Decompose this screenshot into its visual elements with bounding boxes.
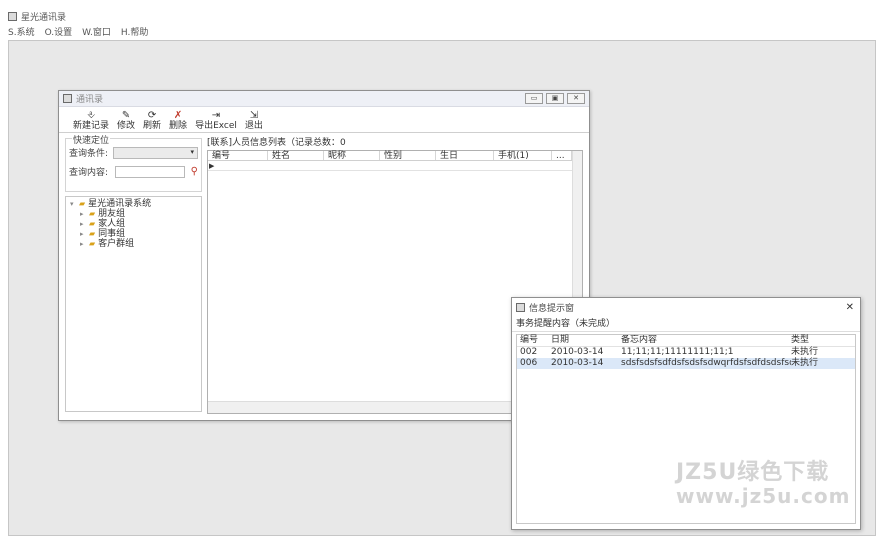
main-menu: S.系统 O.设置 W.窗口 H.帮助: [8, 24, 148, 39]
col-content[interactable]: 备忘内容: [621, 335, 791, 346]
col-gender[interactable]: 性别: [380, 151, 436, 161]
watermark-line1: JZ5U绿色下载: [676, 460, 830, 485]
col-id[interactable]: 编号: [517, 335, 551, 346]
app-icon: [8, 12, 17, 21]
folder-icon: ▰: [89, 229, 96, 238]
delete-label: 删除: [169, 121, 188, 131]
menu-help[interactable]: H.帮助: [121, 25, 148, 38]
app-title: 星光通讯录: [21, 13, 67, 23]
new-record-label: 新建记录: [73, 121, 110, 131]
tree-root-label: 星光通讯录系统: [88, 199, 152, 209]
quick-locate-group: 快速定位 查询条件: ▾ 查询内容: ⚲: [65, 133, 202, 192]
exit-label: 退出: [244, 121, 263, 131]
main-titlebar: 星光通讯录: [8, 9, 876, 24]
table-row[interactable]: 002 2010-03-14 11;11;11;11111111;11;1 未执…: [517, 347, 855, 358]
maximize-button[interactable]: ▣: [546, 93, 564, 104]
tree-item-colleagues[interactable]: ▸ ▰ 同事组: [70, 229, 197, 239]
search-icon[interactable]: ⚲: [191, 166, 198, 177]
row-pointer-icon: ▶: [209, 162, 215, 170]
address-book-title: 通讯录: [76, 95, 104, 105]
col-name[interactable]: 姓名: [268, 151, 324, 161]
tree-item-family[interactable]: ▸ ▰ 家人组: [70, 219, 197, 229]
edit-label: 修改: [117, 121, 136, 131]
col-type[interactable]: 类型: [791, 335, 841, 346]
cell-id: 002: [520, 347, 538, 357]
reminder-title: 信息提示窗: [529, 303, 575, 314]
reminder-header: 编号 日期 备忘内容 类型: [517, 335, 855, 347]
folder-icon: ▰: [89, 239, 96, 248]
tree-item-label: 家人组: [98, 219, 126, 229]
close-icon[interactable]: ✕: [846, 302, 860, 313]
chevron-down-icon: ▾: [190, 147, 194, 156]
col-date[interactable]: 日期: [551, 335, 621, 346]
folder-icon: ▰: [89, 219, 96, 228]
cell-id: 006: [520, 358, 538, 368]
col-birthday[interactable]: 生日: [436, 151, 494, 161]
condition-select[interactable]: ▾: [112, 146, 198, 159]
collapse-icon[interactable]: ▸: [80, 239, 86, 249]
cell-type: 未执行: [791, 358, 819, 368]
left-panel: 快速定位 查询条件: ▾ 查询内容: ⚲ ▾ ▰ 星光通讯录系统 ▸ ▰ 朋友组…: [63, 133, 204, 414]
menu-system[interactable]: S.系统: [8, 25, 35, 38]
col-more[interactable]: ...: [552, 151, 572, 161]
tree-item-friends[interactable]: ▸ ▰ 朋友组: [70, 209, 197, 219]
collapse-icon[interactable]: ▸: [80, 229, 86, 239]
table-row[interactable]: 006 2010-03-14 sdsfsdsfsdfdsfsdsfsdwqrfd…: [517, 358, 855, 369]
expand-icon[interactable]: ▾: [70, 199, 76, 209]
folder-open-icon: ▰: [79, 199, 86, 208]
collapse-icon[interactable]: ▸: [80, 219, 86, 229]
minimize-button[interactable]: ▭: [525, 93, 543, 104]
export-excel-button[interactable]: ⇥ 导出Excel: [191, 108, 241, 132]
cell-type: 未执行: [791, 347, 819, 357]
cell-date: 2010-03-14: [551, 358, 604, 368]
col-mobile[interactable]: 手机(1): [494, 151, 552, 161]
close-button[interactable]: ✕: [567, 93, 585, 104]
collapse-icon[interactable]: ▸: [80, 209, 86, 219]
exit-button[interactable]: ⇲ 退出: [241, 108, 267, 132]
tree-item-label: 客户群组: [98, 239, 135, 249]
refresh-label: 刷新: [143, 121, 162, 131]
cell-content: sdsfsdsfsdfdsfsdsfsdwqrfdsfsdfdsdsfsd: [621, 358, 791, 368]
group-tree: ▾ ▰ 星光通讯录系统 ▸ ▰ 朋友组 ▸ ▰ 家人组 ▸ ▰ 同事组 ▸ ▰ …: [65, 196, 202, 412]
menu-window[interactable]: W.窗口: [82, 25, 111, 38]
condition-label: 查询条件:: [69, 149, 109, 159]
reminder-titlebar[interactable]: 信息提示窗 ✕: [512, 298, 860, 316]
refresh-button[interactable]: ⟳ 刷新: [139, 108, 165, 132]
new-record-icon: ⎀: [87, 110, 95, 121]
reminder-subtitle: 事务提醒内容（未完成）: [512, 316, 860, 332]
tree-item-clients[interactable]: ▸ ▰ 客户群组: [70, 239, 197, 249]
menu-settings[interactable]: O.设置: [45, 25, 73, 38]
delete-button[interactable]: ✗ 删除: [165, 108, 191, 132]
tree-item-label: 同事组: [98, 229, 126, 239]
exit-icon: ⇲: [249, 110, 259, 121]
window-icon: [516, 302, 525, 312]
quick-locate-legend: 快速定位: [72, 133, 111, 146]
cell-content: 11;11;11;11111111;11;1: [621, 347, 734, 357]
export-label: 导出Excel: [195, 121, 237, 131]
col-nickname[interactable]: 昵称: [324, 151, 380, 161]
folder-icon: ▰: [89, 209, 96, 218]
tree-item-label: 朋友组: [98, 209, 126, 219]
edit-icon: ✎: [121, 110, 131, 121]
refresh-icon: ⟳: [147, 110, 157, 121]
export-icon: ⇥: [211, 110, 221, 121]
table-row[interactable]: ▶: [208, 161, 582, 171]
watermark-line2: www.jz5u.com: [676, 484, 851, 508]
delete-icon: ✗: [173, 110, 183, 121]
col-id[interactable]: 编号: [208, 151, 268, 161]
address-book-titlebar[interactable]: 通讯录 ▭ ▣ ✕: [59, 91, 589, 107]
list-caption: [联系]人员信息列表（记录总数：0: [207, 138, 346, 148]
edit-button[interactable]: ✎ 修改: [113, 108, 139, 132]
toolbar: ⎀ 新建记录 ✎ 修改 ⟳ 刷新 ✗ 删除 ⇥ 导出Excel ⇲ 退出: [59, 107, 589, 133]
tree-root[interactable]: ▾ ▰ 星光通讯录系统: [70, 199, 197, 209]
cell-date: 2010-03-14: [551, 347, 604, 357]
grid-header: 编号 姓名 昵称 性别 生日 手机(1) ...: [208, 151, 582, 161]
new-record-button[interactable]: ⎀ 新建记录: [69, 108, 113, 132]
content-input[interactable]: [114, 165, 185, 178]
app: 星光通讯录 S.系统 O.设置 W.窗口 H.帮助 通讯录 ▭ ▣ ✕ ⎀ 新建…: [0, 0, 882, 547]
watermark: JZ5U绿色下载 www.jz5u.com: [676, 460, 851, 508]
content-label: 查询内容:: [69, 168, 109, 178]
window-icon: [63, 94, 72, 103]
